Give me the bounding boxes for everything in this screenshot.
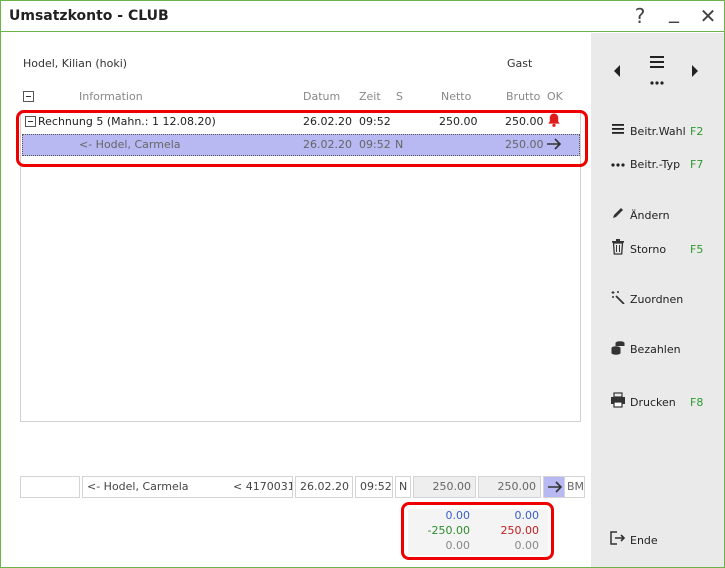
trash-icon bbox=[609, 239, 627, 259]
row-s: N bbox=[395, 138, 404, 151]
total-left-3: 0.00 bbox=[445, 539, 471, 552]
zuordnen-label: Zuordnen bbox=[630, 292, 684, 306]
exit-icon bbox=[609, 531, 627, 549]
beitr-typ-label: Beitr.-Typ bbox=[630, 157, 681, 171]
column-header-s[interactable]: S bbox=[396, 90, 403, 103]
account-name: Hodel, Kilian (hoki) bbox=[23, 57, 128, 70]
detail-arrow-right-icon[interactable] bbox=[543, 476, 565, 498]
window: Umsatzkonto - CLUB ? _ ✕ Hodel, Kilian (… bbox=[0, 0, 725, 568]
storno-button[interactable]: Storno bbox=[609, 238, 666, 260]
collapse-all-toggle[interactable] bbox=[23, 91, 34, 102]
total-right-1: 0.00 bbox=[514, 509, 540, 522]
beitr-typ-button[interactable]: Beitr.-Typ bbox=[609, 153, 680, 175]
totals-panel: 0.00 0.00 -250.00 250.00 0.00 0.00 bbox=[408, 509, 548, 555]
column-header-ok[interactable]: OK bbox=[547, 90, 563, 103]
detail-suffix: BM bbox=[565, 476, 585, 498]
window-title: Umsatzkonto - CLUB bbox=[9, 8, 169, 24]
aendern-button[interactable]: Ändern bbox=[609, 204, 670, 226]
menu-icon[interactable] bbox=[649, 54, 665, 92]
detail-information-text: <- Hodel, Carmela bbox=[87, 480, 189, 493]
list-icon bbox=[609, 123, 627, 139]
total-left-2: -250.00 bbox=[427, 524, 470, 537]
detail-information: <- Hodel, Carmela < 41700310 bbox=[82, 476, 293, 498]
column-header-datum[interactable]: Datum bbox=[303, 90, 340, 103]
drucken-label: Drucken bbox=[630, 395, 676, 409]
pencil-icon bbox=[609, 206, 627, 224]
column-header-netto[interactable]: Netto bbox=[441, 90, 471, 103]
title-bar: Umsatzkonto - CLUB ? _ ✕ bbox=[1, 0, 724, 32]
beitr-wahl-button[interactable]: Beitr.Wahl bbox=[609, 120, 686, 142]
wand-icon bbox=[609, 290, 627, 308]
minimize-icon[interactable]: _ bbox=[662, 0, 686, 23]
detail-datum: 26.02.20 bbox=[295, 476, 353, 498]
row-brutto: 250.00 bbox=[505, 138, 544, 151]
total-right-2: 250.00 bbox=[500, 524, 540, 537]
help-icon[interactable]: ? bbox=[628, 4, 652, 28]
bell-icon bbox=[546, 112, 562, 131]
beitr-wahl-shortcut: F2 bbox=[690, 125, 704, 138]
row-datum: 26.02.20 bbox=[303, 115, 352, 128]
ende-label: Ende bbox=[630, 533, 658, 547]
detail-netto: 250.00 bbox=[413, 476, 476, 498]
row-collapse-toggle[interactable] bbox=[25, 116, 36, 127]
drucken-button[interactable]: Drucken bbox=[609, 391, 676, 413]
row-information: <- Hodel, Carmela bbox=[79, 138, 181, 151]
coins-icon bbox=[609, 339, 627, 359]
aendern-label: Ändern bbox=[630, 208, 670, 222]
row-zeit: 09:52 bbox=[359, 138, 391, 151]
previous-icon[interactable] bbox=[612, 63, 622, 82]
row-netto: 250.00 bbox=[439, 115, 478, 128]
row-zeit: 09:52 bbox=[359, 115, 391, 128]
bezahlen-button[interactable]: Bezahlen bbox=[609, 338, 681, 360]
detail-reference: < 41700310 bbox=[233, 480, 292, 493]
zuordnen-button[interactable]: Zuordnen bbox=[609, 288, 683, 310]
column-header-information[interactable]: Information bbox=[79, 90, 143, 103]
table-row[interactable]: Rechnung 5 (Mahn.: 1 12.08.20) 26.02.20 … bbox=[21, 111, 580, 133]
close-icon[interactable]: ✕ bbox=[696, 4, 720, 28]
row-information: Rechnung 5 (Mahn.: 1 12.08.20) bbox=[38, 115, 216, 128]
table-row-selected[interactable]: <- Hodel, Carmela 26.02.20 09:52 N 250.0… bbox=[22, 134, 580, 156]
detail-s: N bbox=[395, 476, 411, 498]
row-brutto: 250.00 bbox=[505, 115, 544, 128]
storno-shortcut: F5 bbox=[690, 243, 704, 256]
detail-brutto: 250.00 bbox=[478, 476, 541, 498]
row-datum: 26.02.20 bbox=[303, 138, 352, 151]
detail-blank-cell bbox=[20, 476, 80, 498]
dots-icon bbox=[609, 157, 627, 172]
storno-label: Storno bbox=[630, 242, 667, 256]
beitr-typ-shortcut: F7 bbox=[690, 158, 704, 171]
printer-icon bbox=[609, 392, 627, 412]
column-header-zeit[interactable]: Zeit bbox=[359, 90, 381, 103]
column-header-brutto[interactable]: Brutto bbox=[506, 90, 540, 103]
detail-zeit: 09:52 bbox=[355, 476, 393, 498]
total-left-1: 0.00 bbox=[445, 509, 471, 522]
bezahlen-label: Bezahlen bbox=[630, 342, 681, 356]
arrow-right-icon[interactable] bbox=[545, 136, 563, 155]
next-icon[interactable] bbox=[690, 63, 700, 82]
ende-button[interactable]: Ende bbox=[609, 529, 658, 551]
transaction-list[interactable]: Rechnung 5 (Mahn.: 1 12.08.20) 26.02.20 … bbox=[20, 110, 581, 422]
account-type: Gast bbox=[507, 57, 533, 70]
beitr-wahl-label: Beitr.Wahl bbox=[630, 124, 686, 138]
drucken-shortcut: F8 bbox=[690, 396, 704, 409]
total-right-3: 0.00 bbox=[514, 539, 540, 552]
